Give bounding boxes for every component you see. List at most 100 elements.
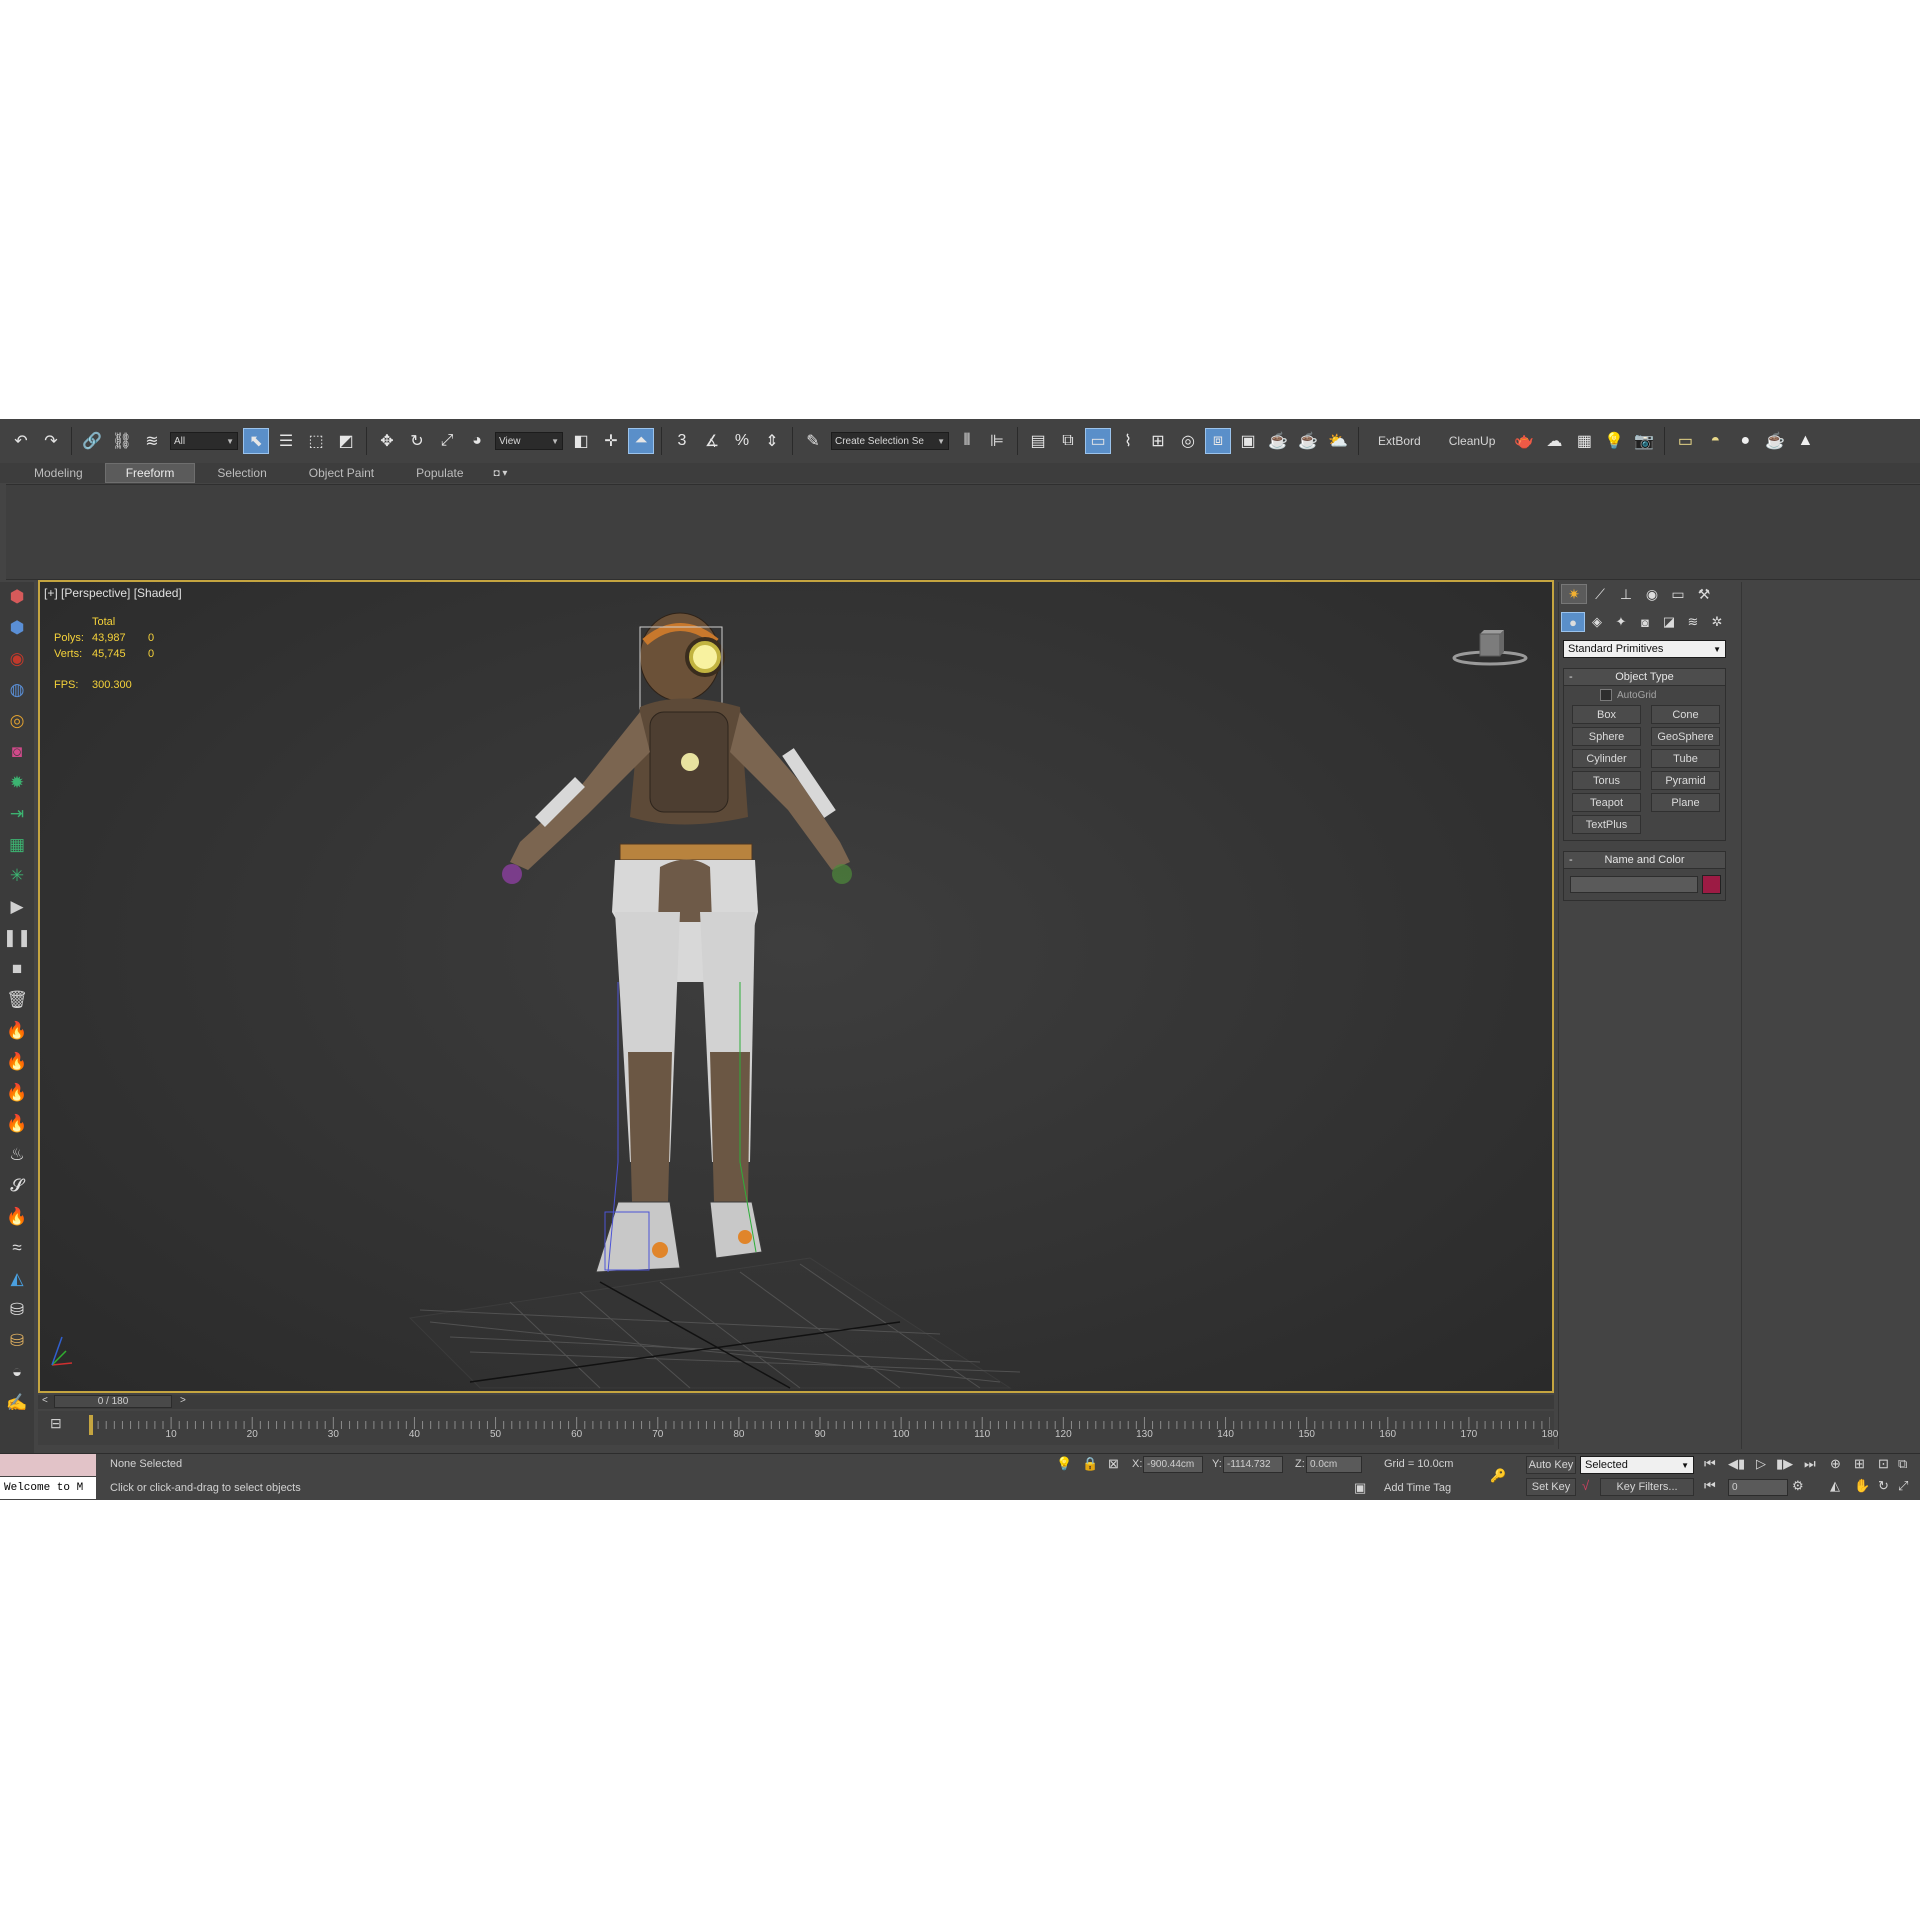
rendered-frame-window-icon[interactable]: ▣ (1235, 428, 1261, 454)
object-name-input[interactable] (1570, 876, 1699, 893)
move-icon[interactable]: ✥ (374, 428, 400, 454)
select-by-name-icon[interactable]: ☰ (273, 428, 299, 454)
edit-named-selection-icon[interactable]: ✎ (800, 428, 826, 454)
box-button[interactable]: Box (1572, 705, 1641, 724)
create-tab-icon[interactable]: ✷ (1561, 584, 1587, 604)
key-mode-dropdown[interactable]: Selected ▼ (1580, 1456, 1694, 1474)
absolute-mode-icon[interactable]: ⊠ (1108, 1456, 1119, 1472)
plane-light-icon[interactable]: ▭ (1672, 428, 1698, 454)
window-crossing-icon[interactable]: ◩ (333, 428, 359, 454)
mass-fx-grid-icon[interactable]: ▦ (4, 832, 30, 858)
schematic-view-icon[interactable]: ⊞ (1145, 428, 1171, 454)
plane-button[interactable]: Plane (1651, 793, 1720, 812)
tab-freeform[interactable]: Freeform (104, 463, 196, 483)
next-frame-icon[interactable]: ▮▶ (1776, 1456, 1793, 1472)
add-time-tag[interactable]: Add Time Tag (1384, 1482, 1451, 1494)
cone-button[interactable]: Cone (1651, 705, 1720, 724)
shapes-icon[interactable]: ◈ (1585, 612, 1609, 632)
time-slider-prev[interactable]: < (42, 1395, 48, 1406)
mass-fx-rigid-body-icon[interactable]: ⬢ (4, 584, 30, 610)
fire-solver-icon[interactable]: 🔥 (4, 1080, 30, 1106)
layers-icon[interactable]: ⧉ (1055, 428, 1081, 454)
mass-fx-tools-icon[interactable]: ✹ (4, 770, 30, 796)
selection-filter-dropdown[interactable]: All ▼ (170, 432, 238, 450)
play-icon[interactable]: ▶ (4, 894, 30, 920)
bind-space-warp-icon[interactable]: ≋ (139, 428, 165, 454)
wave-icon[interactable]: ≈ (4, 1235, 30, 1261)
space-warps-icon[interactable]: ≋ (1681, 612, 1705, 632)
fire-effect-icon[interactable]: 🔥 (4, 1018, 30, 1044)
tab-populate[interactable]: Populate (396, 464, 483, 482)
teapot-icon[interactable]: 🫖 (1511, 428, 1537, 454)
zoom-icon[interactable]: ⊕ (1830, 1456, 1841, 1472)
lights-icon[interactable]: ✦ (1609, 612, 1633, 632)
torus-button[interactable]: Torus (1572, 771, 1641, 790)
fire-emitter-icon[interactable]: 🔥 (4, 1111, 30, 1137)
primitive-category-dropdown[interactable]: Standard Primitives ▼ (1563, 640, 1726, 658)
mass-fx-burst-icon[interactable]: ✳ (4, 863, 30, 889)
time-slider[interactable]: < 0 / 180 > (38, 1395, 1554, 1409)
snaps-toggle-icon[interactable]: 3 (669, 428, 695, 454)
place-icon[interactable]: ◕ (464, 428, 490, 454)
light-bulb-icon[interactable]: 💡 (1601, 428, 1627, 454)
select-object-icon[interactable]: ⬉ (243, 428, 269, 454)
motion-tab-icon[interactable]: ◉ (1639, 584, 1665, 604)
undo-icon[interactable]: ↶ (8, 428, 34, 454)
named-selection-dropdown[interactable]: Create Selection Se ▼ (831, 432, 949, 450)
mirror-icon[interactable]: ⫴ (954, 428, 980, 454)
modify-tab-icon[interactable]: ⟋ (1587, 584, 1613, 604)
render-iterative-icon[interactable]: ☕ (1295, 428, 1321, 454)
mass-fx-cloth-icon[interactable]: ◍ (4, 677, 30, 703)
angle-snap-icon[interactable]: ∡ (699, 428, 725, 454)
extbord-button[interactable]: ExtBord (1364, 434, 1435, 448)
bowl-icon[interactable]: ◒ (4, 1359, 30, 1385)
material-editor-icon[interactable]: ◎ (1175, 428, 1201, 454)
cloud-icon[interactable]: ☁ (1541, 428, 1567, 454)
spot-light-icon[interactable]: ▲ (1792, 428, 1818, 454)
render-region-icon[interactable]: ▦ (1571, 428, 1597, 454)
cleanup-button[interactable]: CleanUp (1435, 434, 1510, 448)
field-of-view-icon[interactable]: ◭ (1830, 1478, 1840, 1494)
dome-light-icon[interactable]: ◓ (1702, 428, 1728, 454)
y-coordinate-field[interactable]: -1114.732 (1223, 1456, 1283, 1473)
autogrid-checkbox[interactable]: AutoGrid (1564, 686, 1725, 703)
current-frame-marker[interactable] (89, 1415, 93, 1435)
sphere-light-icon[interactable]: ● (1732, 428, 1758, 454)
stop-icon[interactable]: ■ (4, 956, 30, 982)
mini-curve-editor-icon[interactable]: ⊟ (50, 1415, 62, 1432)
cylinder-button[interactable]: Cylinder (1572, 749, 1641, 768)
time-slider-next[interactable]: > (180, 1395, 186, 1406)
swirl-icon[interactable]: 𝓢 (4, 1173, 30, 1199)
tab-modeling[interactable]: Modeling (14, 464, 103, 482)
reference-coordinate-dropdown[interactable]: View ▼ (495, 432, 563, 450)
mass-fx-arrow-icon[interactable]: ⇥ (4, 801, 30, 827)
object-color-swatch[interactable] (1702, 875, 1721, 894)
goto-end-icon[interactable]: ⏭ (1804, 1456, 1816, 1472)
time-slider-thumb[interactable]: 0 / 180 (54, 1395, 172, 1408)
sphere-button[interactable]: Sphere (1572, 727, 1641, 746)
redo-icon[interactable]: ↷ (38, 428, 64, 454)
rotate-icon[interactable]: ↻ (404, 428, 430, 454)
delete-icon[interactable]: 🗑 (4, 987, 30, 1013)
ribbon-toggle-icon[interactable]: ▭ (1085, 428, 1111, 454)
fire-source-icon[interactable]: 🔥 (4, 1049, 30, 1075)
spinner-snap-icon[interactable]: ⇕ (759, 428, 785, 454)
teapot-button[interactable]: Teapot (1572, 793, 1641, 812)
maxscript-input[interactable] (0, 1454, 96, 1476)
mass-fx-constraint-icon[interactable]: ◎ (4, 708, 30, 734)
zoom-all-icon[interactable]: ⊞ (1854, 1456, 1865, 1472)
percent-snap-icon[interactable]: % (729, 428, 755, 454)
textplus-button[interactable]: TextPlus (1572, 815, 1641, 834)
mass-fx-static-icon[interactable]: ◉ (4, 646, 30, 672)
unlink-icon[interactable]: ⛓ (109, 428, 135, 454)
jar-icon[interactable]: ⛁ (4, 1328, 30, 1354)
current-frame-field[interactable]: 0 (1728, 1479, 1788, 1496)
z-coordinate-field[interactable]: 0.0cm (1306, 1456, 1362, 1473)
curve-editor-icon[interactable]: ⌇ (1115, 428, 1141, 454)
cameras-icon[interactable]: ◙ (1633, 612, 1657, 632)
brush-icon[interactable]: ✍ (4, 1390, 30, 1416)
select-manipulate-icon[interactable]: ✛ (598, 428, 624, 454)
x-coordinate-field[interactable]: -900.44cm (1143, 1456, 1203, 1473)
tab-selection[interactable]: Selection (197, 464, 286, 482)
align-icon[interactable]: ⊫ (984, 428, 1010, 454)
